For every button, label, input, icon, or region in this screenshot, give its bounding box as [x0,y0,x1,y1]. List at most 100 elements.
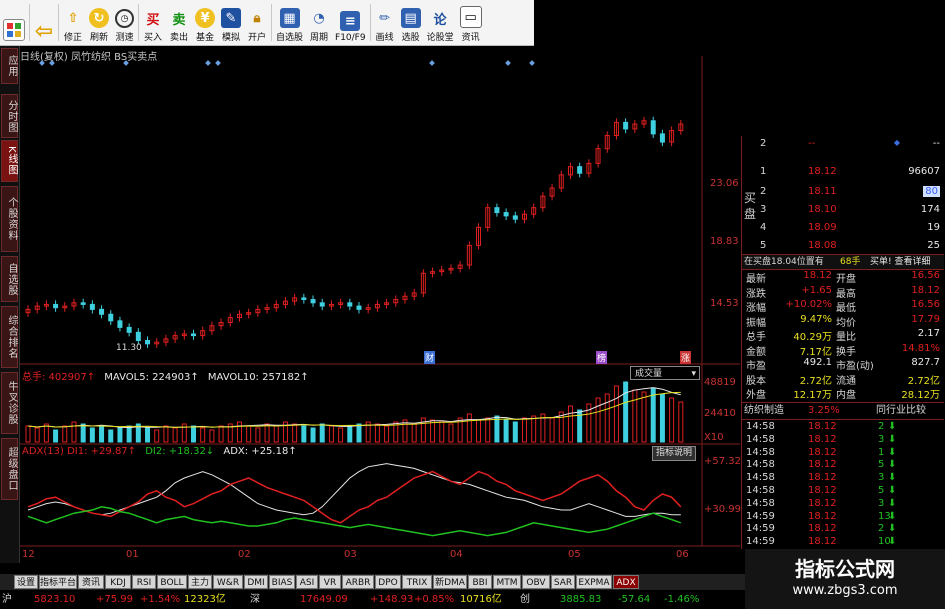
toolbar-grid-button[interactable] [0,0,28,45]
stat-value: 827.7 [911,357,940,368]
volume-mavol5-label: MAVOL5: 224903↑ [104,372,199,383]
left-tab-watchlist[interactable]: 自选股 [1,256,18,302]
toolbar-screener-button[interactable]: ▤ 选股 [398,0,424,45]
big-order-detail-link[interactable]: 买单! 查看详细 [870,255,930,269]
indicator-tab-vr[interactable]: VR [319,575,341,589]
indicator-tab-dma[interactable]: 新DMA [433,575,467,589]
adx-di2-label: DI2: +18.32↓ [145,446,215,457]
indicator-tab-[interactable]: 主力 [188,575,212,589]
left-tab-stock-profile[interactable]: 个股资料 [1,186,18,252]
indicator-tab-adx[interactable]: ADX [613,575,639,589]
volume-bar [236,421,242,443]
indicator-tab-kdj[interactable]: KDJ [105,575,131,589]
indicator-tab-arbr[interactable]: ARBR [342,575,374,589]
book-level: 2 [760,186,767,197]
order-book-row[interactable]: 4 18.09 19 [742,222,944,236]
order-book-row[interactable]: 1 18.12 96607 [742,166,944,180]
toolbar-refresh-button[interactable]: ↻ 刷新 [86,0,112,45]
indicator-tab-expma[interactable]: EXPMA [576,575,612,589]
stat-key: 流通 [836,375,856,387]
indicator-tab-obv[interactable]: OBV [522,575,550,589]
di1-line [27,470,682,524]
wrench-icon: ✎ [221,8,241,28]
volume-indicator-select[interactable]: 成交量 ▾ [630,366,700,380]
order-book-row[interactable]: 5 18.08 25 [742,240,944,254]
volume-bar [632,389,638,443]
toolbar-speedtest-button[interactable]: ◷ 测速 [112,0,137,45]
indicator-tab-dpo[interactable]: DPO [375,575,401,589]
event-label-limit-up[interactable]: 涨 [680,351,692,364]
down-arrow-icon: ⬇ [888,523,897,535]
toolbar-fix-button[interactable]: ⇧ 修正 [60,0,86,45]
candle-body [650,120,656,135]
quote-stat-row: 股本 2.72亿 流通 2.72亿 [742,372,944,387]
chart-area[interactable]: 日线(复权) 凤竹纺织 BS买卖点 23.06 18.83 14.53 11.3… [20,46,741,563]
indicator-tab-bbi[interactable]: BBI [468,575,492,589]
toolbar-buy-button[interactable]: 买买入 [140,0,166,45]
info-icon: ≡ [340,11,361,31]
volume-bar [163,425,169,443]
industry-compare-button[interactable]: 同行业比较 [876,403,926,419]
event-label-ranking[interactable]: 榜 [596,351,608,364]
toolbar-f10-button[interactable]: ≡ F10/F9 [332,0,369,45]
down-arrow-icon: ⬇ [888,446,897,458]
tick-time: 14:59 [746,510,775,522]
tick-time: 14:58 [746,485,775,496]
left-tab-super-book[interactable]: 超级盘口 [1,438,18,500]
toolbar-separator [271,4,272,41]
tick-price: 18.12 [808,485,837,496]
tick-time: 14:58 [746,497,775,509]
indicator-tab-mtm[interactable]: MTM [493,575,521,589]
volume-bar [558,411,564,443]
order-book-row[interactable]: 3 18.10 174 [742,204,944,218]
tick-time: 14:59 [746,536,775,548]
status-item: 创 [520,594,530,605]
mavol10-line [27,391,681,428]
toolbar-sell-button[interactable]: 卖卖出 [166,0,192,45]
month-label: 04 [450,549,463,560]
toolbar-news-button[interactable]: ▭ 资讯 [457,0,485,45]
volume-bar [319,423,325,443]
indicator-tab-bias[interactable]: BIAS [269,575,295,589]
toolbar-draw-button[interactable]: ✏︎ 画线 [372,0,398,45]
candle-body [623,121,629,130]
toolbar-separator [58,4,59,41]
toolbar-simulate-button[interactable]: ✎ 模拟 [218,0,244,45]
stat-value: 17.79 [911,313,940,325]
indicator-tab-wr[interactable]: W&R [213,575,243,589]
bs-signal-marker [529,60,535,66]
order-book-row[interactable]: 2 18.11 80 [742,186,944,200]
status-item: +148.93 [370,594,414,605]
volume-bar [430,419,436,443]
toolbar-open-account-button[interactable]: 🔒︎ 开户 [244,0,270,45]
volume-bar [613,385,619,443]
left-tab-diagnosis[interactable]: 牛叉诊股 [1,372,18,434]
grid-icon [3,19,25,41]
indicator-tab-trix[interactable]: TRIX [402,575,432,589]
left-tab-apps[interactable]: 应用 [1,48,18,84]
indicator-tab-[interactable]: 设置 [14,575,38,589]
volume-bar [89,427,95,443]
left-tab-ranking[interactable]: 综合排名 [1,306,18,368]
indicator-tab-[interactable]: 指标平台 [39,575,77,589]
stat-key: 市盈(动) [836,361,874,372]
indicator-tab-asi[interactable]: ASI [296,575,318,589]
stat-key: 涨幅 [746,303,766,314]
order-book-row[interactable]: 2 -- -- ◆ [742,138,944,152]
indicator-tab-dmi[interactable]: DMI [244,575,268,589]
toolbar-watchlist-button[interactable]: ▦ 自选股 [273,0,306,45]
indicator-tab-sar[interactable]: SAR [551,575,575,589]
indicator-tab-rsi[interactable]: RSI [132,575,156,589]
toolbar-fund-button[interactable]: ¥ 基金 [192,0,218,45]
indicator-tab-[interactable]: 资讯 [78,575,104,589]
toolbar-cycle-button[interactable]: ◔ 周期 [306,0,332,45]
refresh-icon: ↻ [89,8,109,28]
event-label-finance[interactable]: 财 [424,351,436,364]
indicator-tab-boll[interactable]: BOLL [157,575,187,589]
left-tab-intraday[interactable]: 分时图 [1,94,18,138]
volume-bar [255,427,261,443]
toolbar-forum-button[interactable]: 论论股堂 [424,0,457,45]
indicator-help-button[interactable]: 指标说明 [652,446,697,461]
toolbar-back-button[interactable]: ⇦ [31,0,57,45]
left-tab-kline[interactable]: K线图 [1,140,18,182]
